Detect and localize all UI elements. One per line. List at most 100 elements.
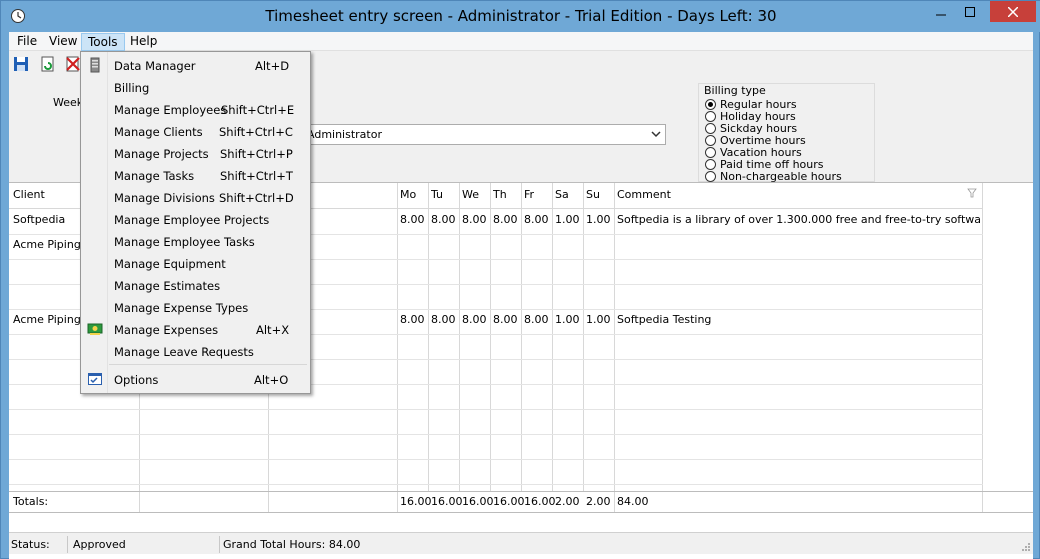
radio-icon[interactable] — [705, 110, 716, 122]
menu-item-manage-divisions[interactable]: Manage Divisions Shift+Ctrl+D — [81, 186, 310, 208]
cell-client[interactable]: Acme Piping — [13, 313, 81, 327]
cell-sa[interactable]: 1.00 — [555, 313, 580, 327]
menu-item-manage-projects[interactable]: Manage Projects Shift+Ctrl+P — [81, 142, 310, 164]
radio-label: Non-chargeable hours — [720, 169, 842, 183]
totals-row: Totals: 16.00 16.00 16.00 16.00 16.00 2.… — [9, 491, 1033, 513]
grid-column-divider — [397, 183, 398, 491]
menu-item-data-manager[interactable]: Data Manager Alt+D — [81, 54, 310, 76]
header-tu[interactable]: Tu — [431, 188, 443, 202]
header-client[interactable]: Client — [13, 188, 45, 202]
menu-item-manage-tasks[interactable]: Manage Tasks Shift+Ctrl+T — [81, 164, 310, 186]
resize-grip-icon[interactable] — [1021, 542, 1031, 552]
cell-mo[interactable]: 8.00 — [400, 313, 425, 327]
menu-item-manage-clients[interactable]: Manage Clients Shift+Ctrl+C — [81, 120, 310, 142]
menu-file[interactable]: File — [11, 33, 43, 51]
header-we[interactable]: We — [462, 188, 479, 202]
cell-sa[interactable]: 1.00 — [555, 213, 580, 227]
close-button[interactable] — [990, 1, 1036, 22]
tools-dropdown-menu: Data Manager Alt+D Billing Manage Employ… — [80, 51, 311, 394]
radio-icon[interactable] — [705, 134, 716, 146]
cell-client[interactable]: Acme Piping — [13, 238, 81, 252]
header-sa[interactable]: Sa — [555, 188, 569, 202]
save-icon[interactable] — [12, 55, 30, 73]
cell-client[interactable]: Softpedia — [13, 213, 65, 227]
grid-column-divider — [521, 183, 522, 491]
header-fr[interactable]: Fr — [524, 188, 534, 202]
radio-icon[interactable] — [705, 146, 716, 158]
radio-vacation-hours[interactable]: Vacation hours — [705, 146, 802, 159]
total-tu: 16.00 — [431, 495, 463, 508]
menu-bar: File View Tools Help — [9, 32, 1033, 51]
totals-label: Totals: — [13, 495, 49, 508]
cell-we[interactable]: 8.00 — [462, 313, 487, 327]
filter-icon[interactable] — [967, 188, 977, 198]
grand-total-hours: Grand Total Hours: 84.00 — [223, 538, 361, 551]
menu-item-billing[interactable]: Billing — [81, 76, 310, 98]
grid-row-line — [9, 459, 983, 460]
menu-item-manage-equipment[interactable]: Manage Equipment — [81, 252, 310, 274]
cell-su[interactable]: 1.00 — [586, 213, 611, 227]
menu-item-manage-expenses[interactable]: Manage Expenses Alt+X — [81, 318, 310, 340]
grid-row-line — [9, 484, 983, 485]
title-bar[interactable]: Timesheet entry screen - Administrator -… — [1, 1, 1040, 32]
grid-column-divider — [583, 183, 584, 491]
menu-item-manage-employee-tasks[interactable]: Manage Employee Tasks — [81, 230, 310, 252]
maximize-icon — [965, 6, 975, 17]
radio-sickday-hours[interactable]: Sickday hours — [705, 122, 797, 135]
cell-fr[interactable]: 8.00 — [524, 313, 549, 327]
total-su: 2.00 — [586, 495, 611, 508]
menu-tools[interactable]: Tools — [81, 33, 125, 51]
menu-item-options[interactable]: Options Alt+O — [81, 368, 310, 390]
cell-comment[interactable]: Softpedia is a library of over 1.300.000… — [617, 213, 981, 227]
cell-th[interactable]: 8.00 — [493, 313, 518, 327]
billing-type-group: Billing type Regular hours Holiday hours… — [698, 83, 875, 183]
radio-holiday-hours[interactable]: Holiday hours — [705, 110, 796, 123]
menu-item-label: Manage Employees — [114, 103, 227, 117]
menu-item-manage-employees[interactable]: Manage Employees Shift+Ctrl+E — [81, 98, 310, 120]
refresh-icon[interactable] — [39, 55, 57, 73]
total-fr: 16.00 — [524, 495, 556, 508]
grid-column-divider — [490, 183, 491, 491]
cell-fr[interactable]: 8.00 — [524, 213, 549, 227]
menu-item-shortcut: Shift+Ctrl+P — [220, 147, 293, 161]
radio-icon[interactable] — [705, 170, 716, 182]
cell-th[interactable]: 8.00 — [493, 213, 518, 227]
week-label: Week — [53, 96, 84, 109]
header-comment[interactable]: Comment — [617, 188, 671, 202]
grid-column-divider — [614, 183, 615, 491]
radio-overtime-hours[interactable]: Overtime hours — [705, 134, 806, 147]
radio-icon[interactable] — [705, 122, 716, 134]
menu-item-label: Manage Projects — [114, 147, 209, 161]
menu-help[interactable]: Help — [124, 33, 163, 51]
maximize-button[interactable] — [956, 1, 984, 22]
employee-select[interactable]: Administrator — [302, 124, 666, 145]
cell-comment[interactable]: Softpedia Testing — [617, 313, 981, 327]
menu-item-label: Manage Employee Tasks — [114, 235, 255, 249]
radio-non-chargeable-hours[interactable]: Non-chargeable hours — [705, 169, 842, 183]
cell-mo[interactable]: 8.00 — [400, 213, 425, 227]
header-th[interactable]: Th — [493, 188, 507, 202]
grid-column-divider — [397, 492, 398, 512]
header-su[interactable]: Su — [586, 188, 600, 202]
menu-item-manage-expense-types[interactable]: Manage Expense Types — [81, 296, 310, 318]
radio-regular-hours[interactable]: Regular hours — [705, 98, 797, 111]
chevron-down-icon — [651, 131, 661, 138]
menu-item-manage-employee-projects[interactable]: Manage Employee Projects — [81, 208, 310, 230]
menu-item-manage-estimates[interactable]: Manage Estimates — [81, 274, 310, 296]
money-icon — [87, 323, 103, 335]
cell-tu[interactable]: 8.00 — [431, 213, 456, 227]
menu-item-manage-leave-requests[interactable]: Manage Leave Requests — [81, 340, 310, 362]
billing-type-title: Billing type — [704, 84, 766, 97]
menu-view[interactable]: View — [43, 33, 83, 51]
header-mo[interactable]: Mo — [400, 188, 416, 202]
status-label: Status: — [11, 538, 50, 551]
radio-paid-time-off-hours[interactable]: Paid time off hours — [705, 158, 824, 171]
cell-su[interactable]: 1.00 — [586, 313, 611, 327]
grid-column-divider — [552, 183, 553, 491]
cell-we[interactable]: 8.00 — [462, 213, 487, 227]
menu-item-shortcut: Shift+Ctrl+D — [219, 191, 294, 205]
radio-icon[interactable] — [705, 158, 716, 170]
minimize-button[interactable] — [927, 1, 955, 22]
radio-icon[interactable] — [705, 98, 716, 110]
cell-tu[interactable]: 8.00 — [431, 313, 456, 327]
